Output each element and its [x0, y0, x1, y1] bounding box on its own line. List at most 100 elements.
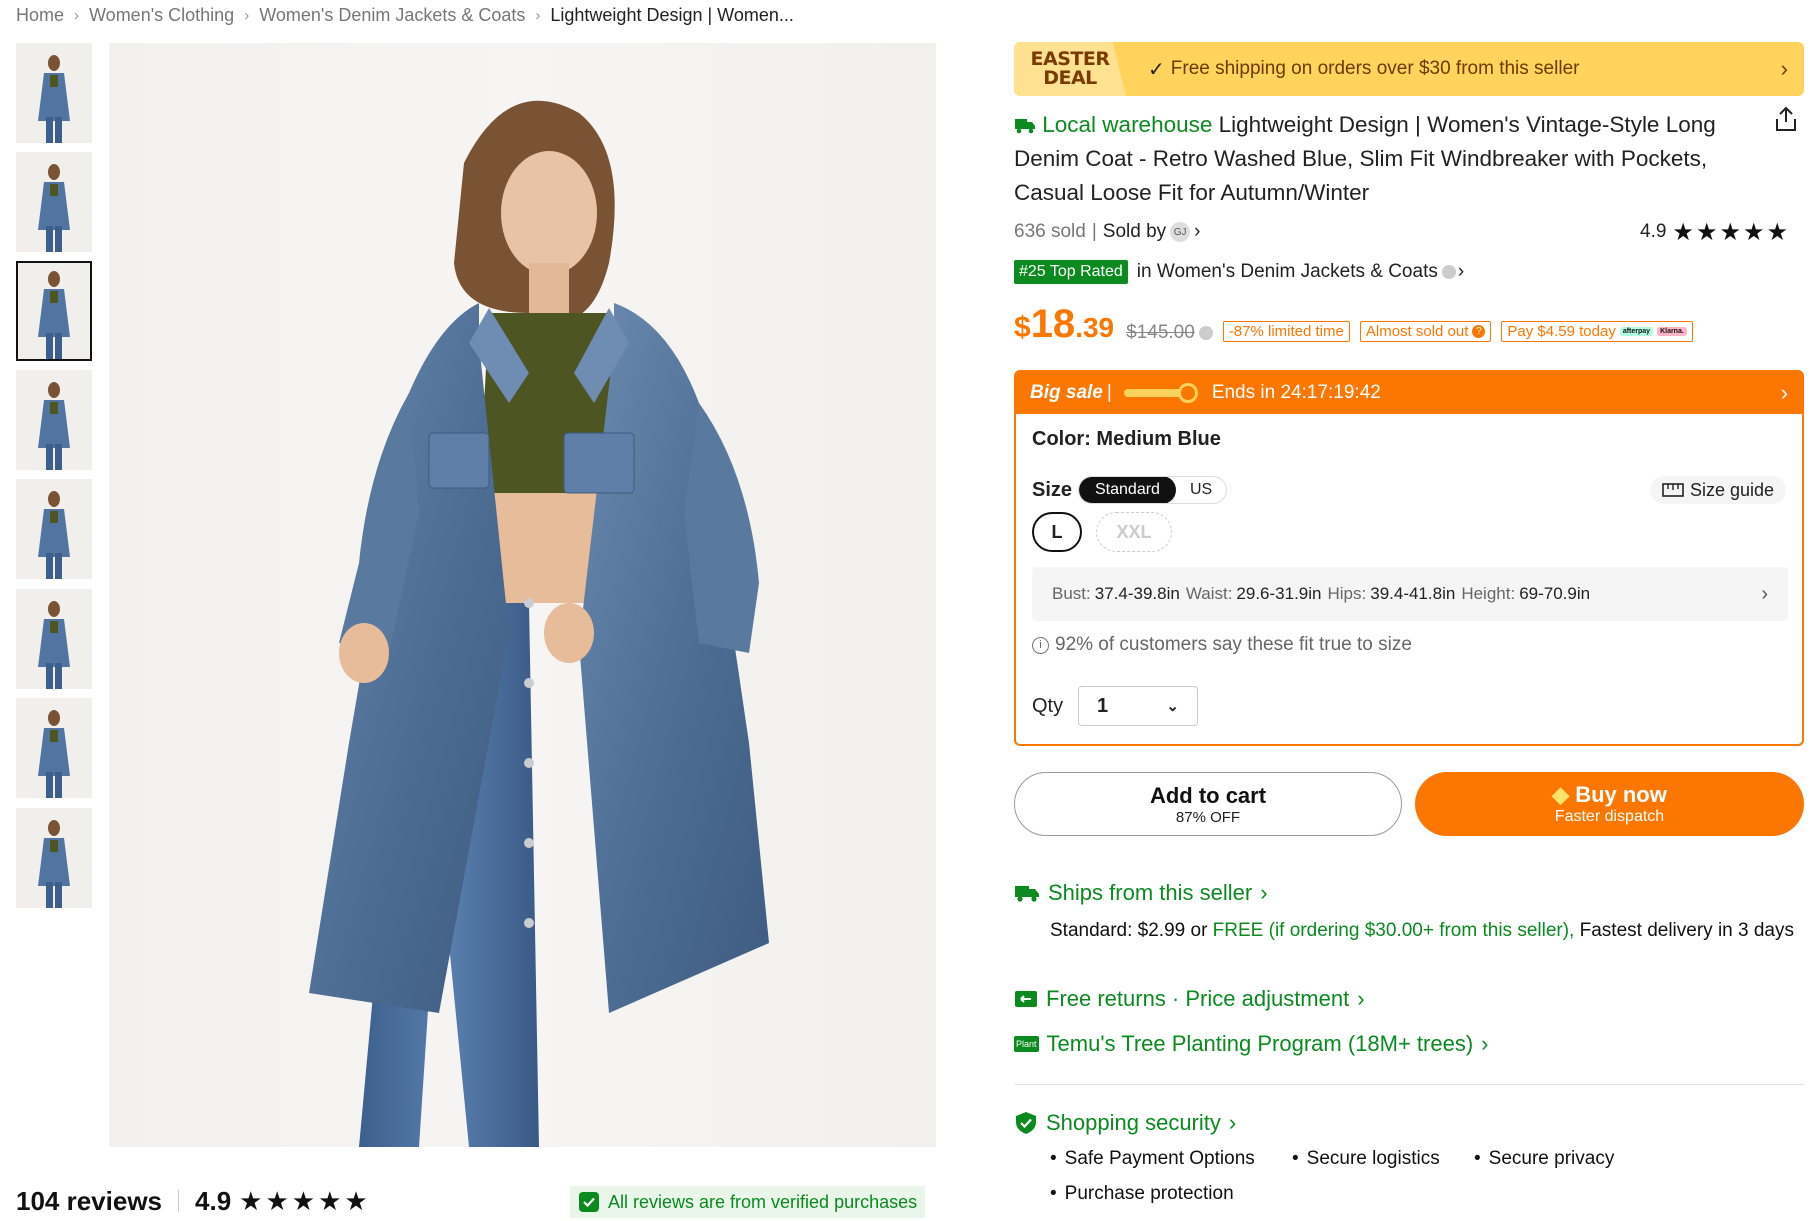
tree-planting-text: Temu's Tree Planting Program (18M+ trees…	[1046, 1031, 1474, 1056]
breadcrumb-denim-jackets[interactable]: Women's Denim Jackets & Coats	[259, 5, 525, 26]
buy-now-sub: Faster dispatch	[1554, 808, 1665, 825]
fit-note-text: 92% of customers say these fit true to s…	[1055, 634, 1412, 655]
original-price: $145.00	[1126, 322, 1195, 343]
info-icon[interactable]	[1441, 265, 1456, 279]
measure-key: Hips:	[1327, 584, 1367, 603]
reviews-rating: 4.9	[195, 1185, 232, 1216]
truck-icon	[1015, 886, 1039, 902]
deal-banner[interactable]: EASTER DEAL ✓ Free shipping on orders ov…	[1014, 42, 1804, 96]
size-system-us[interactable]: US	[1176, 477, 1226, 503]
shield-check-icon	[579, 1192, 599, 1212]
main-product-image[interactable]	[109, 43, 936, 1147]
free-returns-text: Free returns · Price adjustment	[1046, 986, 1350, 1011]
measure-value: 29.6-31.9in	[1236, 584, 1322, 603]
measure-value: 37.4-39.8in	[1094, 584, 1180, 603]
sold-info: 636 sold | Sold by GJ ›	[1014, 218, 1200, 246]
product-thumbnail[interactable]	[16, 479, 92, 579]
qty-value: 1	[1097, 694, 1109, 717]
chevron-right-icon[interactable]: ›	[1781, 56, 1804, 82]
sale-price: $18.39	[1014, 302, 1115, 346]
reviews-count[interactable]: 104 reviews	[16, 1186, 162, 1217]
separator: |	[1106, 382, 1112, 403]
size-guide-button[interactable]: Size guide	[1649, 476, 1786, 504]
add-to-cart-button[interactable]: Add to cart 87% OFF	[1014, 772, 1402, 836]
product-title: Local warehouse Lightweight Design | Wom…	[1014, 108, 1744, 210]
shopping-security-text: Shopping security	[1046, 1110, 1221, 1135]
shipping-detail: Standard: $2.99 or FREE (if ordering $30…	[1050, 918, 1800, 944]
shipping-free: FREE (if ordering $30.00+ from this sell…	[1212, 920, 1575, 941]
chevron-right-icon: ›	[1761, 582, 1768, 605]
buy-now-button[interactable]: ◆ Buy now Faster dispatch	[1415, 772, 1804, 836]
product-thumbnail[interactable]	[16, 589, 92, 689]
product-thumbnail[interactable]	[16, 370, 92, 470]
top-rated-row[interactable]: #25 Top Rated in Women's Denim Jackets &…	[1014, 258, 1464, 286]
thumbnail-figure	[38, 271, 70, 359]
deal-text-wrap: ✓ Free shipping on orders over $30 from …	[1126, 57, 1781, 82]
buy-now-label-wrap: ◆ Buy now	[1552, 782, 1667, 808]
info-icon[interactable]	[1198, 326, 1213, 340]
chevron-right-icon: ›	[535, 6, 541, 24]
price-row: $18.39 $145.00 -87% limited time Almost …	[1014, 302, 1693, 348]
size-measurements[interactable]: Bust: 37.4-39.8in Waist: 29.6-31.9in Hips:…	[1032, 567, 1788, 621]
security-item: Safe Payment Options	[1050, 1148, 1255, 1170]
shipping-fastest: Fastest delivery in 3 days	[1579, 920, 1794, 941]
product-thumbnail[interactable]	[16, 261, 92, 361]
product-thumbnail[interactable]	[16, 43, 92, 143]
sold-by-label: Sold by	[1102, 221, 1167, 242]
chevron-right-icon[interactable]: ›	[1194, 221, 1200, 243]
warehouse-truck-icon	[1015, 119, 1035, 134]
sale-countdown: Ends in 24:17:19:42	[1211, 382, 1381, 403]
divider: |	[1091, 221, 1097, 242]
question-icon: ?	[1472, 325, 1486, 338]
measure-value: 69-70.9in	[1519, 584, 1591, 603]
quantity-select[interactable]: 1 ⌄	[1078, 686, 1198, 726]
local-warehouse-badge: Local warehouse	[1014, 112, 1212, 137]
security-item: Secure privacy	[1474, 1148, 1615, 1170]
shipping-standard: Standard: $2.99 or	[1050, 920, 1208, 941]
thumbnail-figure	[38, 164, 70, 252]
size-label: Size	[1032, 479, 1073, 501]
size-option-l[interactable]: L	[1032, 512, 1082, 552]
divider	[178, 1190, 180, 1212]
product-rating[interactable]: 4.9 ★★★★★	[1640, 218, 1790, 246]
thumbnail-figure	[38, 491, 70, 579]
chevron-right-icon: ›	[1481, 1031, 1489, 1056]
breadcrumb-womens-clothing[interactable]: Women's Clothing	[89, 5, 234, 26]
check-icon: ✓	[1148, 58, 1165, 81]
top-rated-category: in Women's Denim Jackets & Coats	[1136, 261, 1438, 282]
divider	[1014, 1084, 1804, 1085]
chevron-right-icon: ›	[1260, 880, 1268, 905]
measure-key: Bust:	[1052, 584, 1091, 603]
chevron-right-icon: ›	[74, 6, 80, 24]
pay-later-tag[interactable]: Pay $4.59 today afterpay Klarna.	[1501, 321, 1693, 342]
star-rating-icon: ★★★★★	[1672, 218, 1790, 246]
measure-key: Height:	[1461, 584, 1516, 603]
returns-icon	[1015, 991, 1037, 1007]
product-thumbnail[interactable]	[16, 808, 92, 908]
klarna-logo: Klarna.	[1657, 327, 1687, 336]
seller-avatar[interactable]: GJ	[1170, 222, 1191, 242]
clock-icon	[1177, 383, 1198, 403]
shopping-security-link[interactable]: Shopping security ›	[1014, 1110, 1236, 1136]
chevron-right-icon: ›	[1357, 986, 1365, 1011]
tag-icon: ◆	[1552, 782, 1570, 807]
sold-count: 636 sold	[1014, 221, 1086, 242]
ships-from-seller-link[interactable]: Ships from this seller ›	[1014, 880, 1268, 906]
tree-planting-link[interactable]: Plant Temu's Tree Planting Program (18M+…	[1014, 1031, 1489, 1057]
big-sale-header[interactable]: Big sale | Ends in 24:17:19:42 ›	[1016, 372, 1802, 414]
product-thumbnail[interactable]	[16, 152, 92, 252]
size-option-xxl[interactable]: XXL	[1096, 512, 1172, 552]
free-returns-link[interactable]: Free returns · Price adjustment ›	[1014, 986, 1365, 1012]
share-icon[interactable]	[1774, 106, 1798, 132]
color-label: Color: Medium Blue	[1032, 428, 1221, 450]
almost-sold-out-tag: Almost sold out?	[1359, 321, 1492, 342]
plant-icon: Plant	[1014, 1036, 1039, 1052]
size-system-standard[interactable]: Standard	[1079, 477, 1176, 503]
product-thumbnail[interactable]	[16, 698, 92, 798]
chevron-right-icon[interactable]: ›	[1781, 380, 1788, 406]
product-rating-value: 4.9	[1640, 221, 1667, 242]
buy-now-label: Buy now	[1575, 782, 1667, 807]
breadcrumb-home[interactable]: Home	[16, 5, 64, 26]
thumbnail-figure	[38, 601, 70, 689]
chevron-right-icon: ›	[244, 6, 250, 24]
